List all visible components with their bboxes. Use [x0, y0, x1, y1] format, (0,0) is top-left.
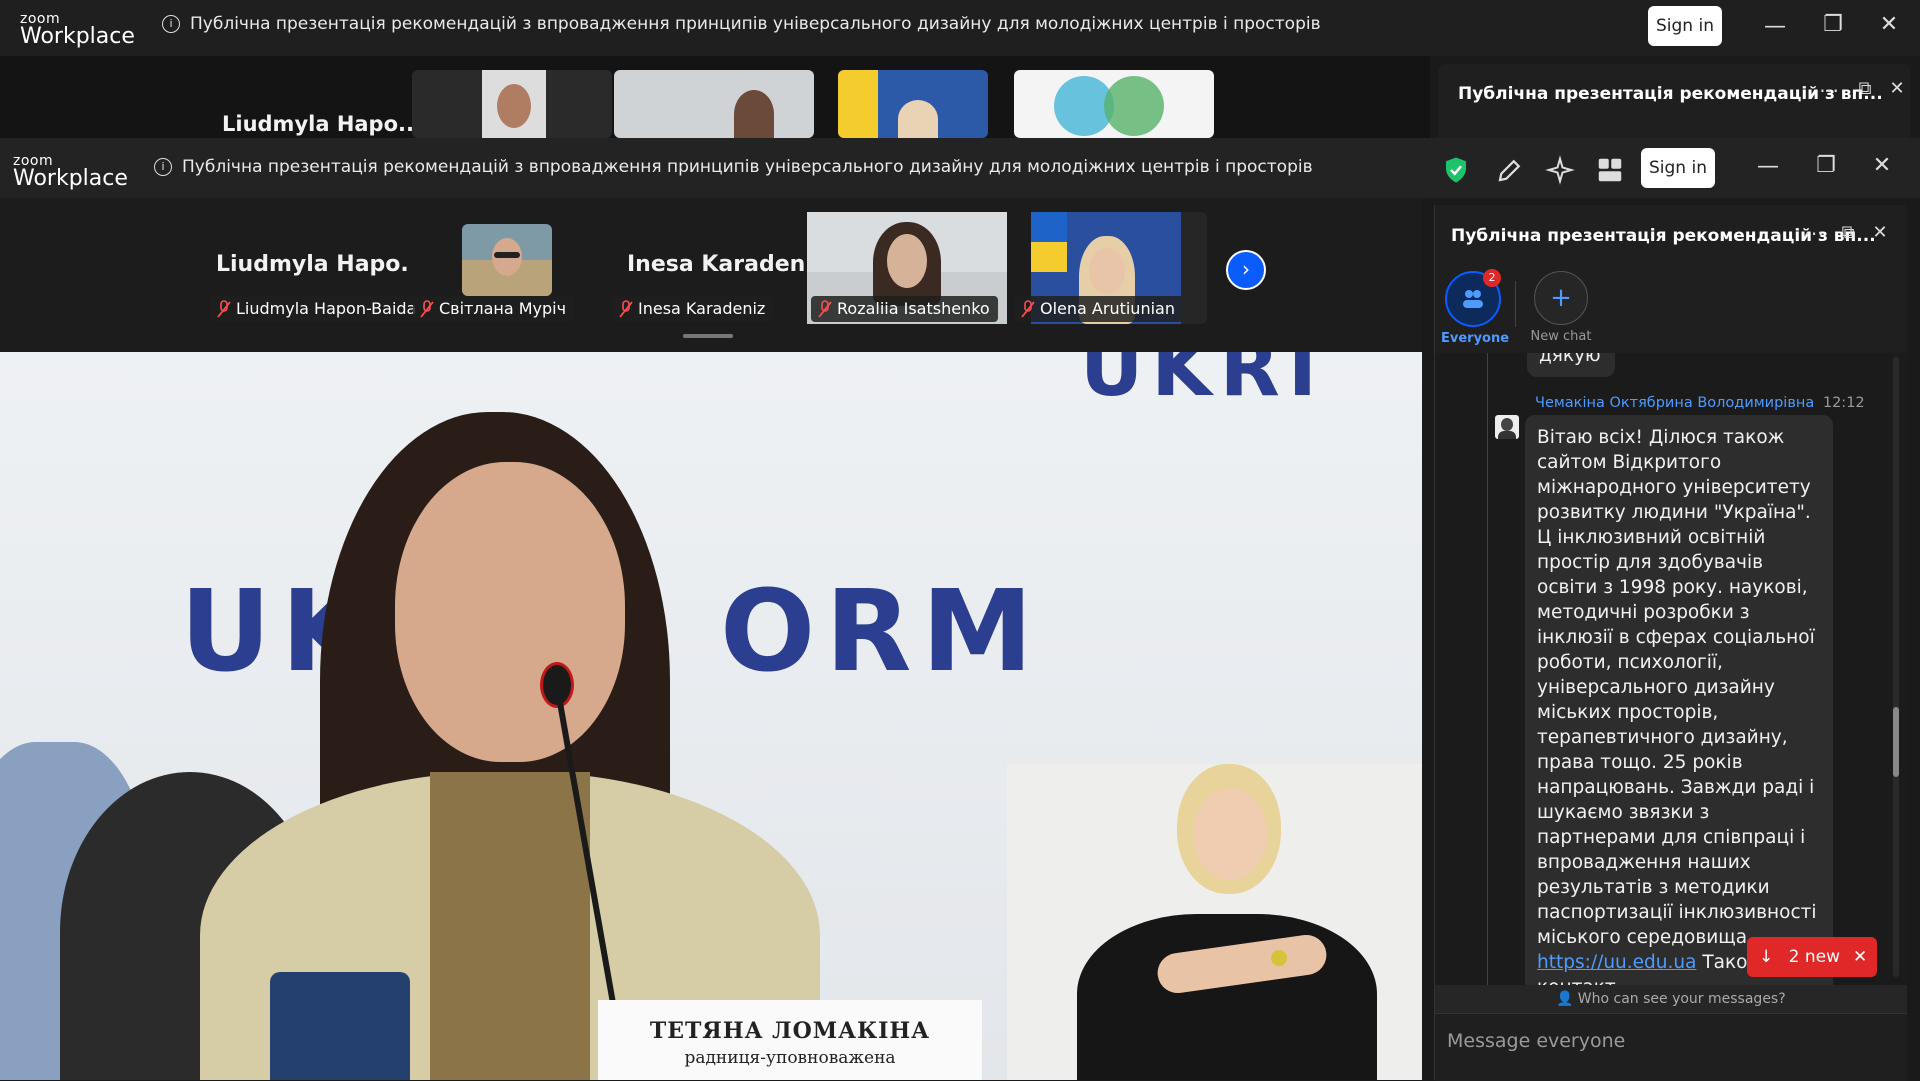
participant-label: Liudmyla Hapon-Baida: [210, 296, 425, 322]
zoom-logo: zoom Workplace: [13, 153, 128, 191]
speaker-face: [395, 462, 625, 762]
close-panel-icon[interactable]: ✕: [1865, 222, 1895, 243]
sign-in-button[interactable]: Sign in: [1648, 6, 1722, 46]
participant-label: Світлана Муріч: [413, 296, 575, 322]
participant-label: Inesa Karadeniz: [612, 296, 774, 322]
unread-badge: 2: [1483, 269, 1501, 287]
channel-everyone[interactable]: 2 Everyone: [1441, 269, 1509, 346]
chat-scrollbar[interactable]: [1893, 357, 1899, 977]
plus-icon: +: [1550, 283, 1572, 313]
back-video-tile: [838, 70, 988, 138]
people-icon: 👤: [1556, 991, 1574, 1007]
mic-muted-icon: [217, 300, 231, 318]
info-icon[interactable]: i: [154, 158, 172, 176]
minimize-icon[interactable]: —: [1760, 14, 1790, 39]
sender-name[interactable]: Чемакіна Октябрина Володимирівна: [1535, 395, 1814, 411]
more-icon[interactable]: ⋯: [1814, 78, 1844, 102]
chat-messages: дякую Чемакіна Октябрина Володимирівна 1…: [1435, 353, 1907, 985]
shield-icon[interactable]: [1441, 155, 1471, 185]
more-icon[interactable]: ⋯: [1799, 221, 1829, 245]
message-header: Чемакіна Октябрина Володимирівна 12:12: [1535, 395, 1865, 411]
pop-out-icon[interactable]: ⧉: [1833, 222, 1863, 243]
back-tile-name: Liudmyla Hapo...: [222, 112, 422, 136]
restore-icon[interactable]: ❐: [1818, 12, 1848, 37]
arrow-down-icon: ↓: [1759, 947, 1774, 967]
dismiss-icon[interactable]: ✕: [1853, 937, 1867, 977]
message-time: 12:12: [1822, 395, 1865, 411]
mic-muted-icon: [1021, 300, 1035, 318]
sign-language-interpreter: [1007, 764, 1422, 1080]
message-bubble: Вітаю всіх! Ділюся також сайтом Відкрито…: [1525, 415, 1833, 985]
back-gallery-strip: Liudmyla Hapo...: [0, 56, 1430, 138]
chat-panel: Публічна презентація рекомендацій з вп..…: [1434, 205, 1907, 1081]
back-video-tile: [412, 70, 612, 138]
minimize-icon[interactable]: —: [1753, 154, 1783, 179]
meeting-title: i Публічна презентація рекомендацій з впр…: [154, 157, 1313, 177]
sign-in-button[interactable]: Sign in: [1641, 148, 1715, 188]
next-page-icon[interactable]: ›: [1226, 250, 1266, 290]
visibility-note[interactable]: 👤 Who can see your messages?: [1435, 985, 1907, 1013]
new-messages-button[interactable]: ↓ 2 new ✕: [1747, 937, 1877, 977]
mic-muted-icon: [818, 300, 832, 318]
message-link[interactable]: https://uu.edu.ua: [1537, 952, 1696, 973]
participant-label: Olena Arutiunian: [1014, 296, 1183, 322]
gallery-strip: Liudmyla Hapo... Liudmyla Hapon-Baida Св…: [0, 198, 1422, 352]
back-video-tile: [1014, 70, 1214, 138]
back-window-titlebar: zoom Workplace i Публічна презентація рек…: [0, 0, 1920, 56]
meeting-title: i Публічна презентація рекомендацій з впр…: [162, 14, 1321, 34]
annotate-icon[interactable]: [1495, 155, 1525, 185]
close-icon[interactable]: ✕: [1867, 153, 1897, 178]
pop-out-icon[interactable]: ⧉: [1850, 78, 1880, 99]
channel-new-chat[interactable]: + New chat: [1529, 271, 1593, 344]
mic-muted-icon: [420, 300, 434, 318]
info-icon[interactable]: i: [162, 15, 180, 33]
backdrop-text: UKRI: [1080, 352, 1325, 414]
message-bubble: дякую: [1527, 353, 1615, 377]
avatar[interactable]: [1495, 415, 1519, 439]
close-icon[interactable]: ✕: [1874, 12, 1904, 37]
active-speaker-indicator: [683, 334, 733, 338]
nameplate: ТЕТЯНА ЛОМАКІНА радниця-уповноважена: [598, 1000, 982, 1080]
zoom-logo: zoom Workplace: [20, 11, 135, 49]
back-video-tile: [614, 70, 814, 138]
close-panel-icon[interactable]: ✕: [1882, 78, 1912, 99]
participant-video-tile[interactable]: [462, 224, 552, 296]
group-icon: [1463, 290, 1483, 308]
mic-muted-icon: [619, 300, 633, 318]
apps-icon[interactable]: [1595, 155, 1625, 185]
restore-icon[interactable]: ❐: [1811, 153, 1841, 178]
main-video: UKRI UKR ORM ТЕТЯНА ЛОМАКІНА радниця-упо…: [0, 352, 1422, 1080]
back-chat-panel: Публічна презентація рекомендацій з вп..…: [1438, 64, 1910, 138]
coffee-cup: [270, 972, 410, 1080]
participant-label: Rozaliia Isatshenko: [811, 296, 998, 322]
message-input[interactable]: Message everyone: [1447, 1030, 1625, 1052]
titlebar: zoom Workplace i Публічна презентація рек…: [0, 138, 1920, 198]
backdrop-text: ORM: [720, 567, 1043, 697]
ai-companion-icon[interactable]: [1545, 155, 1575, 185]
